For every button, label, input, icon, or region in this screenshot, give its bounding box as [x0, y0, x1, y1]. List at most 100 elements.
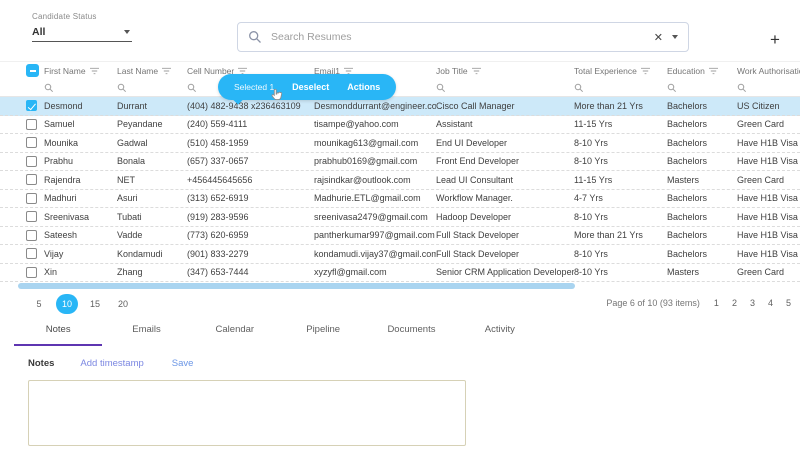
table-row[interactable]: SamuelPeyandane(240) 559-4111tisampe@yah… [0, 116, 800, 135]
page-number[interactable]: 3 [750, 298, 755, 308]
detail-tabs: NotesEmailsCalendarPipelineDocumentsActi… [14, 320, 544, 346]
search-icon [737, 83, 747, 93]
row-checkbox-cell[interactable] [0, 267, 44, 278]
row-checkbox[interactable] [26, 100, 37, 111]
add-candidate-button[interactable]: + [770, 30, 780, 50]
header-checkbox-cell[interactable] [0, 64, 44, 77]
row-checkbox-cell[interactable] [0, 211, 44, 222]
column-header[interactable]: Work Authorisation [737, 66, 800, 76]
search-input[interactable]: Search Resumes [271, 31, 645, 43]
search-options-caret-icon[interactable] [672, 35, 678, 39]
horizontal-scrollbar[interactable] [18, 283, 575, 289]
column-header[interactable]: Education [667, 66, 737, 76]
search-icon [187, 83, 197, 93]
column-search-input[interactable] [44, 83, 117, 93]
candidate-status-label: Candidate Status [32, 12, 132, 21]
column-search-row [0, 79, 800, 97]
tab-emails[interactable]: Emails [102, 320, 190, 346]
cell: Bachelors [667, 249, 737, 259]
add-timestamp-link[interactable]: Add timestamp [80, 358, 143, 369]
table-row[interactable]: XinZhang(347) 653-7444xyzyfl@gmail.comSe… [0, 264, 800, 283]
table-row[interactable]: SateeshVadde(773) 620-6959pantherkumar99… [0, 227, 800, 246]
row-checkbox[interactable] [26, 230, 37, 241]
search-resumes-box[interactable]: Search Resumes ✕ [237, 22, 689, 52]
cell: kondamudi.vijay37@gmail.com [314, 249, 436, 259]
select-all-checkbox[interactable] [26, 64, 39, 77]
column-header[interactable]: First Name [44, 66, 117, 76]
table-row[interactable]: MadhuriAsuri(313) 652-6919Madhurie.ETL@g… [0, 190, 800, 209]
cell: Sateesh [44, 230, 117, 240]
cell: (510) 458-1959 [187, 138, 314, 148]
page-number[interactable]: 1 [714, 298, 719, 308]
filter-icon[interactable] [641, 67, 650, 75]
page-number[interactable]: 5 [786, 298, 791, 308]
tab-activity[interactable]: Activity [456, 320, 544, 346]
row-checkbox[interactable] [26, 137, 37, 148]
column-search-input[interactable] [436, 83, 574, 93]
actions-button[interactable]: Actions [347, 82, 380, 92]
table-row[interactable]: DesmondDurrant(404) 482-9438 x236463109D… [0, 97, 800, 116]
clear-search-icon[interactable]: ✕ [654, 31, 663, 44]
row-checkbox[interactable] [26, 193, 37, 204]
filter-icon[interactable] [162, 67, 171, 75]
table-row[interactable]: SreenivasaTubati(919) 283-9596sreenivasa… [0, 208, 800, 227]
row-checkbox-cell[interactable] [0, 248, 44, 259]
column-header[interactable]: Total Experience [574, 66, 667, 76]
page-size-option[interactable]: 15 [84, 294, 106, 314]
table-row[interactable]: MounikaGadwal(510) 458-1959mounikag613@g… [0, 134, 800, 153]
cell: pantherkumar997@gmail.com [314, 230, 436, 240]
column-header[interactable]: Last Name [117, 66, 187, 76]
save-note-link[interactable]: Save [172, 358, 194, 369]
filter-icon[interactable] [709, 67, 718, 75]
tab-pipeline[interactable]: Pipeline [279, 320, 367, 346]
cell: (901) 833-2279 [187, 249, 314, 259]
chevron-down-icon [124, 30, 130, 34]
tab-calendar[interactable]: Calendar [191, 320, 279, 346]
tab-documents[interactable]: Documents [367, 320, 455, 346]
column-search-input[interactable] [667, 83, 737, 93]
notes-textarea[interactable] [28, 380, 466, 446]
cell: Bachelors [667, 230, 737, 240]
page-size-option[interactable]: 20 [112, 294, 134, 314]
row-checkbox[interactable] [26, 267, 37, 278]
column-search-input[interactable] [737, 83, 800, 93]
row-checkbox-cell[interactable] [0, 156, 44, 167]
row-checkbox-cell[interactable] [0, 193, 44, 204]
table-row[interactable]: RajendraNET+456445645656rajsindkar@outlo… [0, 171, 800, 190]
row-checkbox-cell[interactable] [0, 174, 44, 185]
row-checkbox-cell[interactable] [0, 137, 44, 148]
candidate-status-filter[interactable]: Candidate Status All [32, 12, 132, 42]
cell: Vijay [44, 249, 117, 259]
page-number[interactable]: 4 [768, 298, 773, 308]
cell: Full Stack Developer [436, 230, 574, 240]
page-size-option[interactable]: 10 [56, 294, 78, 314]
cell: Senior CRM Application Developer [436, 267, 574, 277]
cell: sreenivasa2479@gmail.com [314, 212, 436, 222]
row-checkbox[interactable] [26, 174, 37, 185]
table-row[interactable]: VijayKondamudi(901) 833-2279kondamudi.vi… [0, 245, 800, 264]
column-search-input[interactable] [117, 83, 187, 93]
cell: Bachelors [667, 193, 737, 203]
row-checkbox[interactable] [26, 211, 37, 222]
candidate-status-dropdown[interactable]: All [32, 23, 132, 42]
page-size-option[interactable]: 5 [28, 294, 50, 314]
page-number-list: 1 2 3 4 5 [714, 298, 791, 308]
page-number[interactable]: 2 [732, 298, 737, 308]
filter-icon[interactable] [90, 67, 99, 75]
cell: Bonala [117, 156, 187, 166]
row-checkbox-cell[interactable] [0, 100, 44, 111]
cell: Rajendra [44, 175, 117, 185]
deselect-button[interactable]: Deselect [292, 82, 329, 92]
cell: More than 21 Yrs [574, 230, 667, 240]
column-search-input[interactable] [574, 83, 667, 93]
column-header[interactable]: Job Title [436, 66, 574, 76]
row-checkbox[interactable] [26, 119, 37, 130]
row-checkbox-cell[interactable] [0, 119, 44, 130]
table-row[interactable]: PrabhuBonala(657) 337-0657prabhub0169@gm… [0, 153, 800, 172]
tab-notes[interactable]: Notes [14, 320, 102, 346]
filter-icon[interactable] [472, 67, 481, 75]
row-checkbox-cell[interactable] [0, 230, 44, 241]
cell: Hadoop Developer [436, 212, 574, 222]
row-checkbox[interactable] [26, 248, 37, 259]
row-checkbox[interactable] [26, 156, 37, 167]
